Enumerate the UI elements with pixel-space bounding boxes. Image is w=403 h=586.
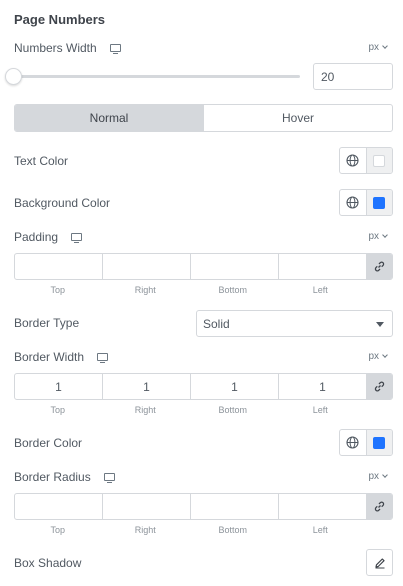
tab-hover[interactable]: Hover [203,105,392,131]
border-width-bottom-input[interactable]: 1 [191,374,279,399]
chevron-down-icon [382,232,388,238]
numbers-width-unit-select[interactable]: px [368,42,388,53]
text-color-label: Text Color [14,154,69,168]
border-radius-bottom-input[interactable] [191,494,279,519]
state-tabs: Normal Hover [14,104,393,132]
globe-icon[interactable] [340,190,366,215]
border-width-side-labels: Top Right Bottom Left [14,405,364,415]
numbers-width-slider-track[interactable] [14,75,300,78]
side-label-right: Right [134,525,156,535]
link-icon[interactable] [367,374,392,399]
border-width-left-input[interactable]: 1 [279,374,367,399]
side-label-right: Right [134,405,156,415]
background-color-swatch [373,196,386,209]
border-radius-label: Border Radius [14,470,91,484]
unit-label: px [368,351,379,362]
border-type-label: Border Type [14,316,80,330]
desktop-icon[interactable] [71,233,83,244]
border-radius-unit-select[interactable]: px [368,471,388,482]
section-title: Page Numbers [14,12,106,27]
link-icon[interactable] [367,254,392,279]
border-radius-left-input[interactable] [279,494,367,519]
border-width-top-input[interactable]: 1 [15,374,103,399]
globe-icon[interactable] [340,430,366,455]
border-type-select[interactable]: Solid [196,310,393,337]
padding-bottom-input[interactable] [191,254,279,279]
unit-label: px [368,471,379,482]
padding-dimensions [14,253,393,280]
border-radius-row: Border Radius [14,470,116,484]
border-width-unit-select[interactable]: px [368,351,388,362]
border-width-right-input[interactable]: 1 [103,374,191,399]
side-label-top: Top [50,405,65,415]
text-color-swatch [373,154,386,167]
chevron-down-icon [382,352,388,358]
unit-label: px [368,42,379,53]
numbers-width-input[interactable]: 20 [313,63,393,90]
padding-left-input[interactable] [279,254,367,279]
text-color-control [339,147,393,174]
padding-unit-select[interactable]: px [368,231,388,242]
unit-label: px [368,231,379,242]
side-label-bottom: Bottom [218,525,247,535]
desktop-icon[interactable] [97,353,109,364]
side-label-right: Right [134,285,156,295]
padding-side-labels: Top Right Bottom Left [14,285,364,295]
border-width-label: Border Width [14,350,85,364]
border-color-control [339,429,393,456]
padding-label: Padding [14,230,59,244]
chevron-down-icon [382,472,388,478]
border-radius-side-labels: Top Right Bottom Left [14,525,364,535]
numbers-width-slider-handle[interactable] [5,68,22,85]
side-label-left: Left [312,405,328,415]
side-label-bottom: Bottom [218,285,247,295]
border-radius-dimensions [14,493,393,520]
text-color-swatch-button[interactable] [365,148,392,173]
box-shadow-edit-button[interactable] [366,549,393,576]
globe-icon[interactable] [340,148,366,173]
desktop-icon[interactable] [110,44,122,55]
border-color-swatch [373,436,386,449]
chevron-down-icon [382,43,388,49]
numbers-width-label: Numbers Width [14,41,97,55]
link-icon[interactable] [367,494,392,519]
background-color-control [339,189,393,216]
background-color-label: Background Color [14,196,111,210]
tab-normal[interactable]: Normal [15,105,203,131]
border-radius-right-input[interactable] [103,494,191,519]
side-label-top: Top [50,285,65,295]
side-label-bottom: Bottom [218,405,247,415]
side-label-left: Left [312,525,328,535]
border-width-dimensions: 1 1 1 1 [14,373,393,400]
border-type-value: Solid [203,317,230,331]
border-color-label: Border Color [14,436,83,450]
padding-row: Padding [14,230,83,244]
padding-right-input[interactable] [103,254,191,279]
pencil-icon [374,557,385,568]
border-width-row: Border Width [14,350,109,364]
caret-down-icon [376,322,384,327]
desktop-icon[interactable] [104,473,116,484]
border-color-swatch-button[interactable] [365,430,392,455]
border-radius-top-input[interactable] [15,494,103,519]
padding-top-input[interactable] [15,254,103,279]
box-shadow-label: Box Shadow [14,556,82,570]
side-label-top: Top [50,525,65,535]
background-color-swatch-button[interactable] [365,190,392,215]
side-label-left: Left [312,285,328,295]
numbers-width-row: Numbers Width [14,41,122,55]
